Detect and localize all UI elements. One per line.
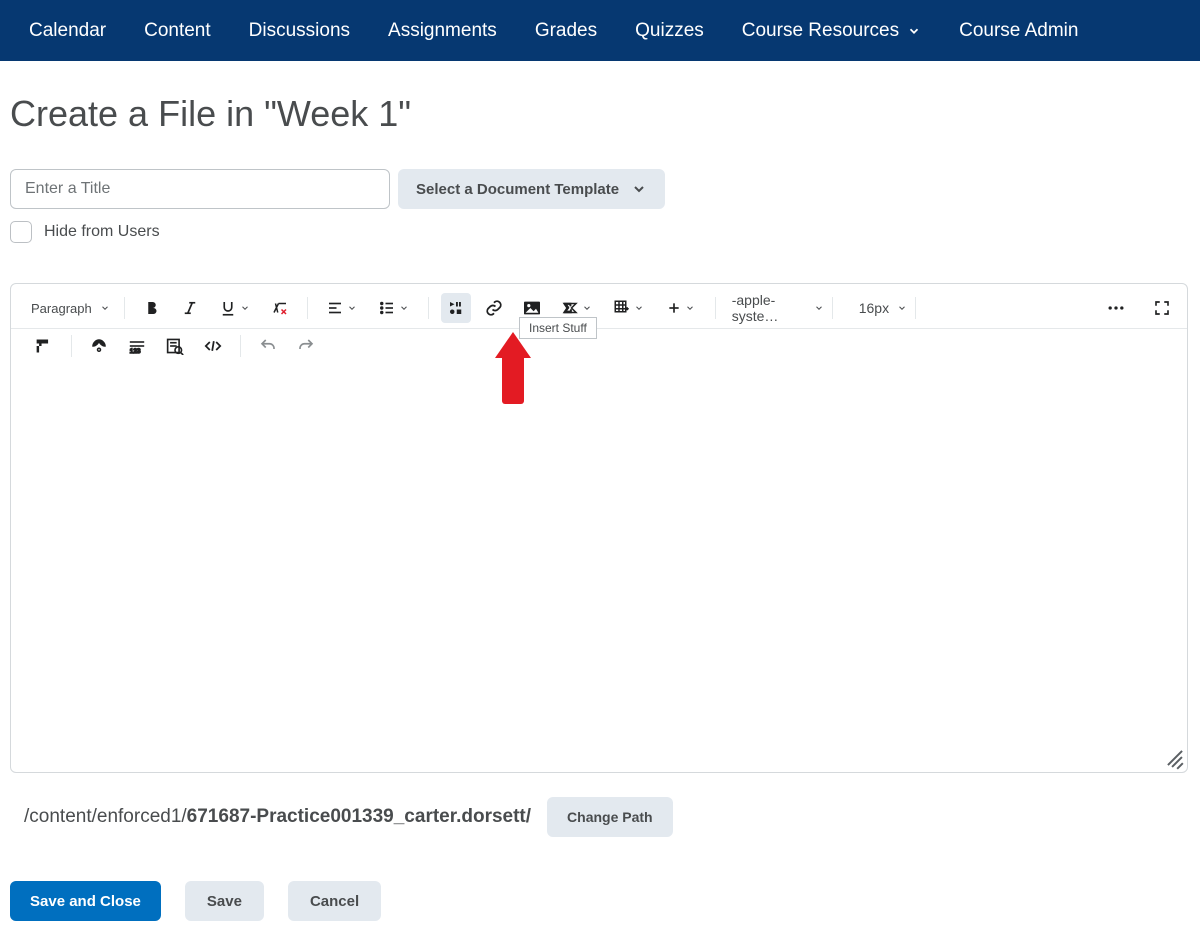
redo-button[interactable]: [291, 331, 321, 361]
chevron-down-icon: [897, 303, 907, 313]
chevron-down-icon: [907, 24, 921, 38]
font-family-label: -apple-syste…: [724, 292, 814, 324]
format-painter-button[interactable]: [29, 331, 59, 361]
save-and-close-button[interactable]: Save and Close: [10, 881, 161, 921]
title-input[interactable]: [10, 169, 390, 209]
chevron-down-icon: [582, 303, 592, 313]
insert-stuff-button[interactable]: [441, 293, 471, 323]
page-title: Create a File in "Week 1": [10, 93, 1190, 135]
path-prefix: /content/enforced1/: [24, 806, 187, 827]
save-button[interactable]: Save: [185, 881, 264, 921]
chevron-down-icon: [347, 303, 357, 313]
nav-course-admin[interactable]: Course Admin: [940, 0, 1097, 61]
nav-content[interactable]: Content: [125, 0, 230, 61]
chevron-down-icon: [814, 303, 824, 313]
underline-button[interactable]: [213, 293, 257, 323]
change-path-button[interactable]: Change Path: [547, 797, 673, 837]
link-button[interactable]: [479, 293, 509, 323]
chevron-down-icon: [685, 303, 695, 313]
template-label: Select a Document Template: [416, 181, 619, 198]
align-button[interactable]: [320, 293, 364, 323]
undo-button[interactable]: [253, 331, 283, 361]
file-path: /content/enforced1/671687-Practice001339…: [24, 806, 531, 828]
chevron-down-icon: [631, 181, 647, 197]
font-size-label: 16px: [841, 300, 897, 316]
svg-text:Σ: Σ: [564, 301, 572, 316]
cancel-button[interactable]: Cancel: [288, 881, 381, 921]
svg-text:123: 123: [130, 348, 141, 354]
chevron-down-icon: [100, 303, 110, 313]
top-navigation: Calendar Content Discussions Assignments…: [0, 0, 1200, 61]
nav-label: Course Resources: [742, 20, 899, 42]
clear-formatting-button[interactable]: [265, 293, 295, 323]
fullscreen-button[interactable]: [1147, 293, 1177, 323]
format-selector[interactable]: Paragraph: [25, 297, 116, 320]
bold-button[interactable]: [137, 293, 167, 323]
source-code-button[interactable]: [198, 331, 228, 361]
font-size-selector[interactable]: 16px: [841, 300, 907, 316]
nav-quizzes[interactable]: Quizzes: [616, 0, 723, 61]
template-button[interactable]: Select a Document Template: [398, 169, 665, 209]
list-button[interactable]: [372, 293, 416, 323]
italic-button[interactable]: [175, 293, 205, 323]
editor-content-area[interactable]: [11, 359, 1187, 772]
chevron-down-icon: [399, 303, 409, 313]
nav-course-resources[interactable]: Course Resources: [723, 0, 940, 61]
font-family-selector[interactable]: -apple-syste…: [724, 292, 824, 324]
preview-button[interactable]: [160, 331, 190, 361]
insert-more-button[interactable]: [659, 293, 703, 323]
hide-label: Hide from Users: [44, 223, 160, 241]
nav-grades[interactable]: Grades: [516, 0, 616, 61]
accessibility-check-button[interactable]: [84, 331, 114, 361]
nav-discussions[interactable]: Discussions: [230, 0, 369, 61]
table-button[interactable]: [607, 293, 651, 323]
nav-calendar[interactable]: Calendar: [10, 0, 125, 61]
format-label: Paragraph: [31, 301, 92, 316]
tooltip: Insert Stuff: [519, 317, 597, 339]
more-options-button[interactable]: [1101, 293, 1131, 323]
toolbar-row-1: Paragraph: [11, 284, 1187, 329]
rich-text-editor: Paragraph: [10, 283, 1188, 773]
chevron-down-icon: [240, 303, 250, 313]
path-folder: 671687-Practice001339_carter.dorsett/: [187, 806, 531, 827]
hide-checkbox[interactable]: [10, 221, 32, 243]
word-count-button[interactable]: 123: [122, 331, 152, 361]
nav-assignments[interactable]: Assignments: [369, 0, 516, 61]
annotation-arrow-icon: [495, 332, 531, 402]
chevron-down-icon: [634, 303, 644, 313]
resize-handle[interactable]: [1167, 752, 1183, 768]
